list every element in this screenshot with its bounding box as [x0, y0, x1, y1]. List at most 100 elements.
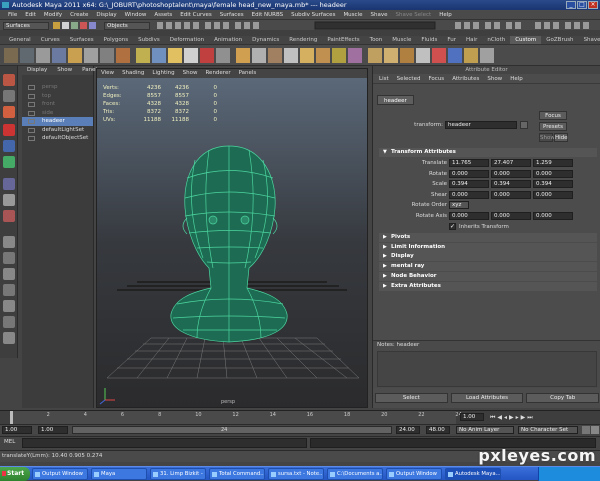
soft-mod-icon[interactable]	[3, 194, 15, 206]
perspective-viewport[interactable]: View Shading Lighting Show Renderer Panels Ve…	[96, 68, 368, 408]
outliner-item[interactable]: side	[22, 109, 93, 118]
scale-x-field[interactable]: 0.394	[449, 180, 489, 188]
ae-menu-selected[interactable]: Selected	[393, 74, 425, 83]
selection-mode-dropdown[interactable]: Objects	[104, 22, 150, 30]
outliner-menu-show[interactable]: Show	[52, 66, 77, 75]
start-button[interactable]: Start	[0, 467, 30, 481]
minimize-icon[interactable]: _	[566, 1, 576, 9]
shelf-tab-general[interactable]: General	[4, 36, 36, 44]
shear-y-field[interactable]: 0.000	[491, 190, 531, 199]
shelf-tab-fur[interactable]: Fur	[442, 36, 461, 44]
outliner-menu-display[interactable]: Display	[22, 66, 52, 75]
shelf-tab-deformation[interactable]: Deformation	[165, 36, 209, 44]
ae-menu-list[interactable]: List	[375, 74, 393, 83]
shelf-tab-gozbrush[interactable]: GoZBrush	[541, 36, 578, 44]
section-display[interactable]: ▶ Display	[379, 252, 597, 262]
translate-y-field[interactable]: 27.407	[491, 159, 531, 167]
layout-graph-icon[interactable]	[3, 300, 15, 312]
taskbar-task[interactable]: 31. Limp Bizkit - ...	[150, 468, 206, 480]
section-transform-attributes[interactable]: ▼ Transform Attributes	[379, 148, 597, 157]
section-node-behavior[interactable]: ▶ Node Behavior	[379, 271, 597, 281]
current-time-marker[interactable]	[10, 411, 13, 424]
goto-input-icon[interactable]	[520, 121, 528, 129]
tab-headeer[interactable]: headeer	[377, 95, 414, 105]
menu-window[interactable]: Window	[121, 12, 151, 18]
shelf-tab-animation[interactable]: Animation	[209, 36, 247, 44]
shelf-tab-surfaces[interactable]: Surfaces	[65, 36, 99, 44]
auto-key-icon[interactable]	[582, 426, 590, 434]
section-extra-attributes[interactable]: ▶ Extra Attributes	[379, 281, 597, 291]
lasso-tool-icon[interactable]	[3, 90, 15, 102]
load-attributes-button[interactable]: Load Attributes	[450, 393, 524, 403]
female-head-mesh[interactable]	[170, 145, 288, 343]
menu-edit-nurbs[interactable]: Edit NURBS	[248, 12, 288, 18]
range-bar[interactable]: 24	[72, 426, 392, 434]
transform-name-field[interactable]: headeer	[445, 121, 517, 129]
current-frame-field[interactable]: 1.00	[460, 413, 484, 421]
playback-controls[interactable]: ⏮◀◂▶▸▶⏭	[490, 414, 535, 422]
paint-select-icon[interactable]	[3, 106, 15, 118]
rotate-axis-z[interactable]: 0.000	[533, 212, 573, 220]
rotate-tool-icon[interactable]	[3, 140, 15, 152]
viewport-menu-view[interactable]: View	[97, 69, 118, 78]
section-mental-ray[interactable]: ▶ mental ray	[379, 262, 597, 272]
menu-shave-select[interactable]: Shave Select	[391, 12, 435, 18]
rotate-axis-y[interactable]: 0.000	[491, 212, 531, 220]
shelf-tool-icons[interactable]	[0, 45, 600, 67]
shelf-tab-subdivs[interactable]: Subdivs	[133, 36, 165, 44]
shear-x-field[interactable]: 0.000	[449, 190, 489, 199]
menu-muscle[interactable]: Muscle	[339, 12, 366, 18]
outliner-item[interactable]: top	[22, 92, 93, 101]
section-pivots[interactable]: ▶ Pivots	[379, 233, 597, 242]
playback-start-field[interactable]: 1.00	[38, 426, 68, 434]
taskbar-task[interactable]: Maya	[91, 468, 147, 480]
translate-x-field[interactable]: 11.765	[449, 159, 489, 167]
scale-tool-icon[interactable]	[3, 156, 15, 168]
menu-display[interactable]: Display	[92, 12, 120, 18]
playback-end-field[interactable]: 24.00	[396, 426, 420, 434]
taskbar-task[interactable]: Output Window	[386, 468, 442, 480]
rotate-y-field[interactable]: 0.000	[491, 169, 531, 178]
shelf-tab-rendering[interactable]: Rendering	[284, 36, 322, 44]
manipulator-icon[interactable]	[3, 178, 15, 190]
last-tool-icon[interactable]	[3, 210, 15, 222]
shelf-tab-toon[interactable]: Toon	[365, 36, 388, 44]
shelf-tab-shave[interactable]: Shave	[579, 36, 600, 44]
close-icon[interactable]: ×	[588, 1, 598, 9]
shelf-tab-polygons[interactable]: Polygons	[99, 36, 133, 44]
shelf-tab-hair[interactable]: Hair	[461, 36, 482, 44]
focus-button[interactable]: Focus	[539, 111, 567, 120]
shelf-tab-curves[interactable]: Curves	[36, 36, 65, 44]
anim-layer-dropdown[interactable]: No Anim Layer	[456, 426, 514, 434]
maximize-icon[interactable]: □	[577, 1, 587, 9]
animation-end-field[interactable]: 48.00	[426, 426, 450, 434]
ae-menu-help[interactable]: Help	[506, 74, 527, 83]
layout-four-icon[interactable]	[3, 252, 15, 264]
rotate-axis-x[interactable]: 0.000	[449, 212, 489, 220]
section-limit-information[interactable]: ▶ Limit Information	[379, 242, 597, 252]
ae-menu-attributes[interactable]: Attributes	[448, 74, 483, 83]
shear-z-field[interactable]: 0.000	[533, 190, 573, 199]
menu-subdiv-surfaces[interactable]: Subdiv Surfaces	[287, 12, 339, 18]
menu-shave[interactable]: Shave	[366, 12, 391, 18]
menu-edit-curves[interactable]: Edit Curves	[176, 12, 216, 18]
viewport-menu-show[interactable]: Show	[179, 69, 202, 78]
layout-outliner-icon[interactable]	[3, 284, 15, 296]
shelf-tab-muscle[interactable]: Muscle	[387, 36, 416, 44]
rotate-z-field[interactable]: 0.000	[533, 169, 573, 178]
notes-textarea[interactable]	[377, 351, 597, 387]
layout-hypershade-icon[interactable]	[3, 316, 15, 328]
scale-z-field[interactable]: 0.394	[533, 180, 573, 188]
animation-start-field[interactable]: 1.00	[2, 426, 32, 434]
menu-surfaces[interactable]: Surfaces	[216, 12, 248, 18]
time-slider[interactable]: 2 4 6 8 10 12 14 16 18 20 22 24 1.00 ⏮◀◂▶▸▶⏭	[0, 410, 600, 424]
ae-menu-focus[interactable]: Focus	[424, 74, 448, 83]
rotate-order-dropdown[interactable]: xyz	[449, 201, 469, 209]
character-set-dropdown[interactable]: No Character Set	[518, 426, 578, 434]
viewport-menu-panels[interactable]: Panels	[235, 69, 261, 78]
status-icons[interactable]	[52, 21, 100, 30]
menu-help[interactable]: Help	[435, 12, 456, 18]
menu-edit[interactable]: Edit	[21, 12, 40, 18]
outliner-item[interactable]: headeer	[22, 117, 93, 126]
layout-custom-icon[interactable]	[3, 332, 15, 344]
